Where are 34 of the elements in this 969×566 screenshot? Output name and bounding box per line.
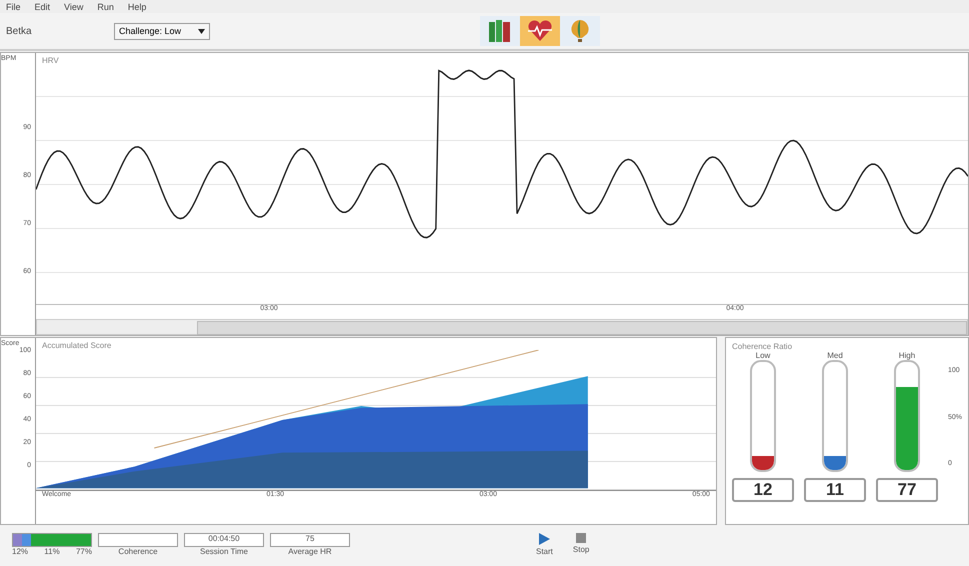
- horizontal-scrollbar[interactable]: [36, 319, 968, 335]
- menu-item[interactable]: File: [6, 2, 21, 12]
- chart-title: HRV: [42, 56, 59, 65]
- menu-item[interactable]: Run: [97, 2, 114, 12]
- value-box: 11: [804, 478, 866, 502]
- user-name: Betka: [6, 26, 33, 36]
- books-icon: [488, 20, 512, 42]
- readout-field: 75: [270, 533, 350, 547]
- tube-label: Low: [756, 351, 770, 360]
- value-box: 12: [732, 478, 794, 502]
- caret-icon: [198, 28, 205, 34]
- chart-title: Accumulated Score: [42, 341, 112, 350]
- value-box: 77: [876, 478, 938, 502]
- heart-icon: [527, 20, 553, 42]
- field-label: Coherence: [118, 547, 158, 556]
- control-button[interactable]: Start: [536, 533, 553, 556]
- play-icon: [538, 533, 550, 545]
- mode-button[interactable]: [520, 16, 560, 46]
- field-label: Average HR: [288, 547, 332, 556]
- menu-item[interactable]: Help: [128, 2, 146, 12]
- field-label: Session Time: [200, 547, 248, 556]
- control-button[interactable]: Stop: [572, 533, 590, 556]
- menu-item[interactable]: Edit: [34, 2, 50, 12]
- tube-label: High: [898, 351, 916, 360]
- menu-item[interactable]: View: [64, 2, 84, 12]
- panel-title: Coherence Ratio: [732, 342, 794, 351]
- tube-label: Med: [827, 351, 843, 360]
- percent-label: 12%: [12, 547, 28, 556]
- percent-label: 77%: [76, 547, 92, 556]
- stop-icon: [576, 533, 586, 543]
- challenge-dropdown[interactable]: Challenge: Low: [114, 22, 210, 40]
- readout-field: 00:04:50: [184, 533, 264, 547]
- percent-label: 11%: [44, 547, 60, 556]
- balloon-icon: [570, 19, 590, 43]
